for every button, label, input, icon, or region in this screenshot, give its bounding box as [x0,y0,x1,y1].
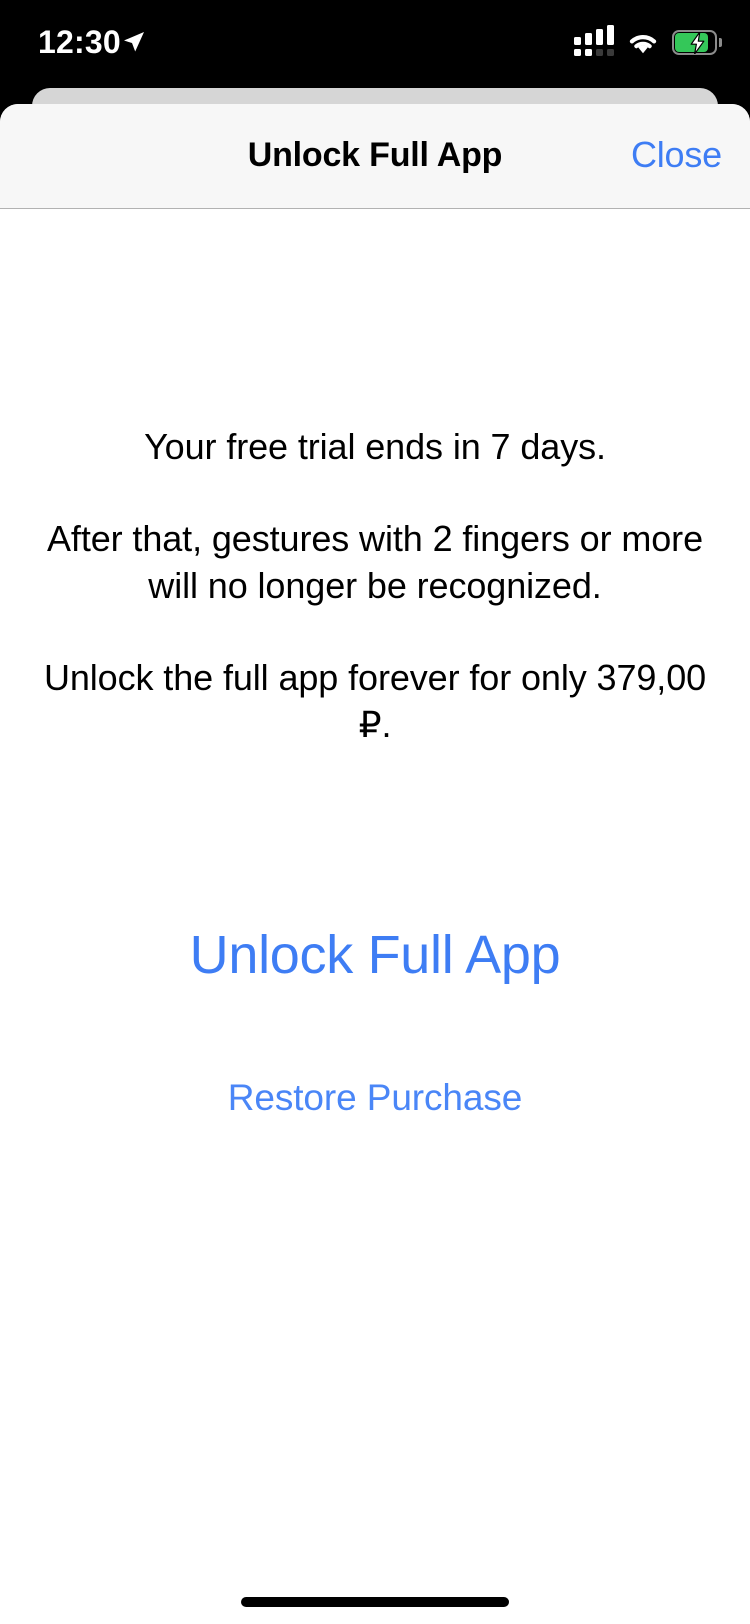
unlock-full-app-button[interactable]: Unlock Full App [0,924,750,986]
signal-dot-2 [585,49,592,56]
location-arrow-icon [124,32,144,52]
price-offer-text: Unlock the full app forever for only 379… [43,657,707,745]
battery-charging-icon [672,29,722,55]
wifi-icon [629,34,657,53]
signal-bar-4 [607,25,614,45]
status-indicators [574,25,722,58]
close-button[interactable]: Close [631,134,722,176]
signal-bar-3 [596,29,603,45]
signal-dot-3 [596,49,603,56]
trial-status-text: Your free trial ends in 7 days. [144,426,606,467]
signal-dot-4 [607,49,614,56]
home-indicator[interactable] [241,1597,509,1607]
status-bar: 12:30 [0,0,750,88]
signal-bar-1 [574,37,581,45]
signal-dot-1 [574,49,581,56]
cellular-signal-icon [574,25,614,56]
sheet-nav-bar: Unlock Full App Close [0,104,750,209]
modal-sheet: Unlock Full App Close Your free trial en… [0,104,750,1624]
status-time: 12:30 [38,24,121,60]
battery-nub [719,38,722,47]
phone-screen: 12:30 Unlock Full App Close Your free tr… [0,0,750,1624]
sheet-body: Your free trial ends in 7 days. After th… [0,209,750,1623]
gesture-limit-text: After that, gestures with 2 fingers or m… [47,518,703,606]
signal-bar-2 [585,33,592,45]
restore-purchase-button[interactable]: Restore Purchase [0,1077,750,1119]
charging-bolt-icon [690,31,705,54]
